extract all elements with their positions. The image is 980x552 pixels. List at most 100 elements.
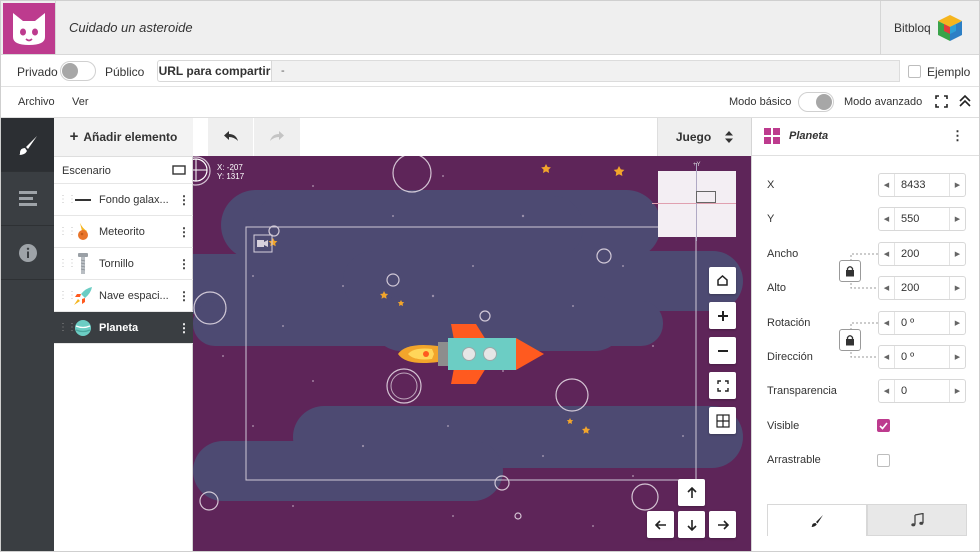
drag-handle-icon[interactable]: ⋮⋮ <box>58 258 77 269</box>
plus-icon: + <box>69 128 79 145</box>
decrement-icon[interactable]: ◀ <box>879 174 895 196</box>
tool-info[interactable] <box>1 226 54 280</box>
rotation-input[interactable]: ◀ 0 º ▶ <box>878 311 966 335</box>
mode-toggle[interactable] <box>798 92 834 112</box>
height-input[interactable]: ◀ 200 ▶ <box>878 276 966 300</box>
list-item[interactable]: ⋮⋮ Tornillo ⋮ <box>54 248 193 280</box>
y-value: 550 <box>901 213 920 225</box>
aspect-lock-button[interactable] <box>839 260 861 282</box>
draggable-checkbox[interactable] <box>877 454 890 467</box>
tab-appearance[interactable] <box>767 504 867 536</box>
increment-icon[interactable]: ▶ <box>949 174 965 196</box>
direction-input[interactable]: ◀ 0 º ▶ <box>878 345 966 369</box>
move-up-button[interactable] <box>678 479 705 506</box>
scene-row[interactable]: Escenario <box>54 157 193 184</box>
increment-icon[interactable]: ▶ <box>949 346 965 368</box>
mode-select[interactable]: Juego <box>657 118 751 156</box>
arrow-left-icon <box>654 519 666 530</box>
visible-checkbox[interactable] <box>877 419 890 432</box>
increment-icon[interactable]: ▶ <box>949 243 965 265</box>
zoom-out-button[interactable] <box>709 337 736 364</box>
move-right-button[interactable] <box>709 511 736 538</box>
decrement-icon[interactable]: ◀ <box>879 380 895 402</box>
visibility-toggle[interactable] <box>60 61 96 81</box>
prop-label-rotation: Rotación <box>767 317 811 329</box>
transparency-input[interactable]: ◀ 0 ▶ <box>878 379 966 403</box>
arrow-right-icon <box>717 519 729 530</box>
menu-file[interactable]: Archivo <box>18 96 55 108</box>
width-input[interactable]: ◀ 200 ▶ <box>878 242 966 266</box>
scene-label: Escenario <box>62 165 111 177</box>
game-canvas[interactable]: X: -207 Y: 1317 +Y <box>193 156 751 551</box>
fit-view-button[interactable] <box>709 372 736 399</box>
drag-handle-icon[interactable]: ⋮⋮ <box>58 322 77 333</box>
example-checkbox[interactable] <box>908 65 921 78</box>
tool-design[interactable] <box>1 118 54 172</box>
undo-button[interactable] <box>208 118 254 156</box>
toggle-knob <box>62 63 78 79</box>
increment-icon[interactable]: ▶ <box>949 277 965 299</box>
screw-icon <box>72 252 94 275</box>
increment-icon[interactable]: ▶ <box>949 380 965 402</box>
share-url-button[interactable]: URL para compartir <box>157 60 272 82</box>
draggable-label: Arrastrable <box>767 454 821 466</box>
more-icon[interactable]: ⋮ <box>951 128 964 144</box>
drag-handle-icon[interactable]: ⋮⋮ <box>58 226 77 237</box>
decrement-icon[interactable]: ◀ <box>879 243 895 265</box>
redo-button[interactable] <box>254 118 300 156</box>
list-item[interactable]: ⋮⋮ Fondo galax... ⋮ <box>54 184 193 216</box>
more-icon[interactable]: ⋮ <box>175 257 193 271</box>
more-icon[interactable]: ⋮ <box>175 289 193 303</box>
move-left-button[interactable] <box>647 511 674 538</box>
rotation-lock-button[interactable] <box>839 329 861 351</box>
increment-icon[interactable]: ▶ <box>949 208 965 230</box>
decrement-icon[interactable]: ◀ <box>879 346 895 368</box>
decrement-icon[interactable]: ◀ <box>879 277 895 299</box>
zoom-in-button[interactable] <box>709 302 736 329</box>
move-down-button[interactable] <box>678 511 705 538</box>
sort-arrows-icon <box>725 131 734 143</box>
decrement-icon[interactable]: ◀ <box>879 312 895 334</box>
prop-label-transparency: Transparencia <box>767 385 837 397</box>
y-input[interactable]: ◀ 550 ▶ <box>878 207 966 231</box>
add-element-label: Añadir elemento <box>83 130 178 144</box>
list-item[interactable]: ⋮⋮ Planeta ⋮ <box>54 312 193 344</box>
meteor-icon <box>72 221 94 243</box>
project-title[interactable]: Cuidado un asteroide <box>69 20 193 35</box>
blocks-icon <box>18 190 37 206</box>
minimap[interactable]: +Y <box>652 162 736 241</box>
tab-sound[interactable] <box>867 504 967 536</box>
more-icon[interactable]: ⋮ <box>175 225 193 239</box>
x-input[interactable]: ◀ 8433 ▶ <box>878 173 966 197</box>
example-label: Ejemplo <box>927 65 971 79</box>
share-url-field[interactable]: - <box>272 60 900 82</box>
home-icon <box>717 274 728 286</box>
more-icon[interactable]: ⋮ <box>175 321 193 335</box>
home-view-button[interactable] <box>709 267 736 294</box>
list-item[interactable]: ⋮⋮ Meteorito ⋮ <box>54 216 193 248</box>
rotation-value: 0 º <box>901 317 915 329</box>
properties-title: Planeta <box>789 130 829 142</box>
collapse-icon[interactable] <box>958 94 972 108</box>
drag-handle-icon[interactable]: ⋮⋮ <box>58 290 77 301</box>
height-value: 200 <box>901 282 920 294</box>
lock-icon <box>846 266 854 277</box>
object-name: Meteorito <box>99 225 145 238</box>
menu-view[interactable]: Ver <box>72 96 89 108</box>
header-divider <box>55 1 56 55</box>
drag-handle-icon[interactable]: ⋮⋮ <box>58 194 77 205</box>
fullscreen-icon[interactable] <box>935 95 948 108</box>
tool-code[interactable] <box>1 172 54 226</box>
bitbloq-cube-icon[interactable] <box>935 13 965 43</box>
mode-select-label: Juego <box>675 130 712 144</box>
add-element-button[interactable]: + Añadir elemento <box>54 118 193 157</box>
bitbloq-logo[interactable] <box>3 3 55 54</box>
minimap-viewport[interactable] <box>696 191 716 203</box>
list-item[interactable]: ⋮⋮ Nave espaci... ⋮ <box>54 280 193 312</box>
increment-icon[interactable]: ▶ <box>949 312 965 334</box>
grid-icon <box>715 413 730 428</box>
grid-toggle-button[interactable] <box>709 407 736 434</box>
more-icon[interactable]: ⋮ <box>175 193 193 207</box>
redo-icon <box>270 131 284 141</box>
decrement-icon[interactable]: ◀ <box>879 208 895 230</box>
